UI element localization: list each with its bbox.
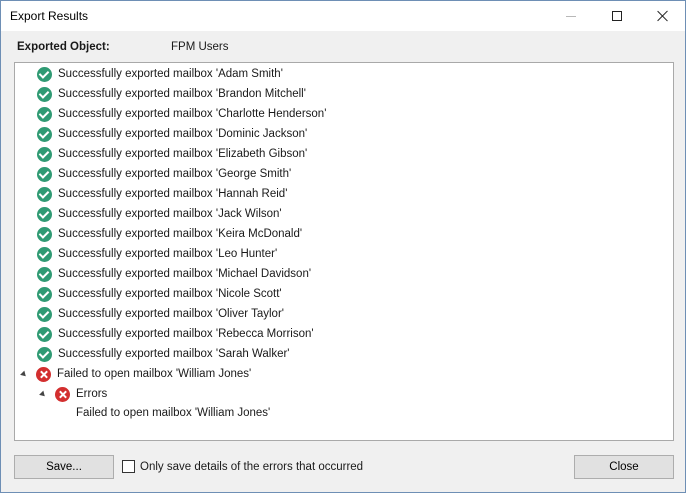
success-text: Successfully exported mailbox 'Sarah Wal… xyxy=(58,348,290,360)
success-text: Successfully exported mailbox 'Hannah Re… xyxy=(58,188,288,200)
close-window-button[interactable] xyxy=(640,1,686,31)
exported-object-value: FPM Users xyxy=(171,41,229,53)
tree-row-success[interactable]: Successfully exported mailbox 'Charlotte… xyxy=(15,104,673,124)
success-text: Successfully exported mailbox 'Oliver Ta… xyxy=(58,308,284,320)
success-text: Successfully exported mailbox 'Elizabeth… xyxy=(58,148,308,160)
check-circle-icon xyxy=(37,186,52,202)
tree-row-success[interactable]: Successfully exported mailbox 'George Sm… xyxy=(15,164,673,184)
tree-row-success[interactable]: Successfully exported mailbox 'Brandon M… xyxy=(15,84,673,104)
success-text: Successfully exported mailbox 'Nicole Sc… xyxy=(58,288,282,300)
only-errors-label: Only save details of the errors that occ… xyxy=(140,460,364,473)
maximize-button[interactable] xyxy=(594,1,640,31)
expand-triangle-icon[interactable] xyxy=(39,390,47,398)
tree-row-error-detail[interactable]: Failed to open mailbox 'William Jones' xyxy=(15,403,673,423)
exported-object-label: Exported Object: xyxy=(17,41,110,53)
tree-row-success[interactable]: Successfully exported mailbox 'Michael D… xyxy=(15,264,673,284)
check-circle-icon xyxy=(37,326,52,342)
check-circle-icon xyxy=(37,206,52,222)
success-text: Successfully exported mailbox 'Adam Smit… xyxy=(58,68,283,80)
check-circle-icon xyxy=(37,346,52,362)
minimize-button[interactable] xyxy=(548,1,594,31)
save-button[interactable]: Save... xyxy=(14,455,114,479)
check-circle-icon xyxy=(37,226,52,242)
success-text: Successfully exported mailbox 'George Sm… xyxy=(58,168,292,180)
tree-row-success[interactable]: Successfully exported mailbox 'Sarah Wal… xyxy=(15,344,673,364)
success-text: Successfully exported mailbox 'Jack Wils… xyxy=(58,208,282,220)
expand-triangle-icon[interactable] xyxy=(20,370,28,378)
check-circle-icon xyxy=(37,286,52,302)
only-errors-option[interactable]: Only save details of the errors that occ… xyxy=(122,460,363,473)
tree-row-success[interactable]: Successfully exported mailbox 'Dominic J… xyxy=(15,124,673,144)
success-text: Successfully exported mailbox 'Dominic J… xyxy=(58,128,308,140)
tree-row-success[interactable]: Successfully exported mailbox 'Hannah Re… xyxy=(15,184,673,204)
success-text: Successfully exported mailbox 'Brandon M… xyxy=(58,88,306,100)
error-circle-icon xyxy=(36,366,51,382)
maximize-icon xyxy=(612,11,622,21)
tree-row-errors[interactable]: Errors xyxy=(15,384,673,404)
tree-row-success[interactable]: Successfully exported mailbox 'Jack Wils… xyxy=(15,204,673,224)
tree-row-success[interactable]: Successfully exported mailbox 'Leo Hunte… xyxy=(15,244,673,264)
tree-row-success[interactable]: Successfully exported mailbox 'Adam Smit… xyxy=(15,64,673,84)
check-circle-icon xyxy=(37,86,52,102)
tree-row-success[interactable]: Successfully exported mailbox 'Elizabeth… xyxy=(15,144,673,164)
check-circle-icon xyxy=(37,126,52,142)
title-bar[interactable]: Export Results xyxy=(1,1,685,31)
close-button[interactable]: Close xyxy=(574,455,674,479)
check-circle-icon xyxy=(37,166,52,182)
check-circle-icon xyxy=(37,146,52,162)
export-results-window: Export Results Exported Object: FPM User… xyxy=(0,0,686,493)
tree-row-success[interactable]: Successfully exported mailbox 'Keira McD… xyxy=(15,224,673,244)
minimize-icon xyxy=(566,15,576,17)
failure-text: Failed to open mailbox 'William Jones' xyxy=(57,368,252,380)
check-circle-icon xyxy=(37,66,52,82)
tree-row-failure[interactable]: Failed to open mailbox 'William Jones' xyxy=(15,364,673,384)
results-tree[interactable]: Failed to open mailbox 'William Jones' E… xyxy=(14,62,674,441)
window-title: Export Results xyxy=(10,9,89,23)
tree-row-success[interactable]: Successfully exported mailbox 'Rebecca M… xyxy=(15,324,673,344)
success-text: Successfully exported mailbox 'Leo Hunte… xyxy=(58,248,278,260)
tree-row-success[interactable]: Successfully exported mailbox 'Nicole Sc… xyxy=(15,284,673,304)
error-circle-icon xyxy=(55,386,70,402)
success-text: Successfully exported mailbox 'Rebecca M… xyxy=(58,328,314,340)
errors-label: Errors xyxy=(76,388,108,400)
check-circle-icon xyxy=(37,266,52,282)
check-circle-icon xyxy=(37,106,52,122)
close-icon xyxy=(657,10,669,22)
success-text: Successfully exported mailbox 'Charlotte… xyxy=(58,108,327,120)
only-errors-checkbox[interactable] xyxy=(122,460,135,473)
error-detail-text: Failed to open mailbox 'William Jones' xyxy=(76,407,271,419)
check-circle-icon xyxy=(37,306,52,322)
check-circle-icon xyxy=(37,246,52,262)
success-text: Successfully exported mailbox 'Michael D… xyxy=(58,268,312,280)
success-text: Successfully exported mailbox 'Keira McD… xyxy=(58,228,303,240)
tree-row-success[interactable]: Successfully exported mailbox 'Oliver Ta… xyxy=(15,304,673,324)
